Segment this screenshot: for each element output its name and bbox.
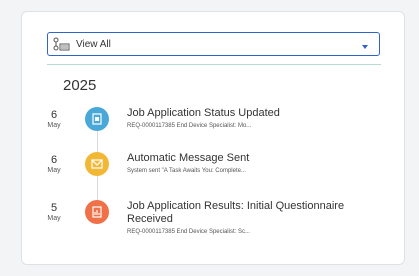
event-month: May xyxy=(47,215,61,222)
event-title[interactable]: Job Application Status Updated xyxy=(127,107,280,120)
event-dot xyxy=(85,107,109,131)
event-month: May xyxy=(47,122,61,129)
event-text: Job Application Status Updated REQ-00001… xyxy=(127,107,280,131)
event-month: May xyxy=(47,167,61,174)
document-icon xyxy=(91,113,103,125)
event-day: 5 xyxy=(50,202,58,214)
event-dot xyxy=(85,200,109,224)
divider xyxy=(47,64,381,65)
event-date: 6 May xyxy=(43,109,65,130)
event-subtitle: REQ-0000117385 End Device Specialist: Mo… xyxy=(127,123,252,129)
activity-card: View All 2025 6 May Job Application Stat… xyxy=(21,11,405,265)
event-title[interactable]: Job Application Results: Initial Questio… xyxy=(127,200,357,226)
filter-selected-value: View All xyxy=(76,38,111,50)
event-date: 5 May xyxy=(43,202,65,223)
view-filter-dropdown[interactable]: View All xyxy=(47,32,380,56)
event-day: 6 xyxy=(50,154,58,166)
event-subtitle: REQ-0000117385 End Device Specialist: Sc… xyxy=(127,229,250,235)
event-date: 6 May xyxy=(43,154,65,175)
event-text: Automatic Message Sent System sent "A Ta… xyxy=(127,152,249,176)
year-heading: 2025 xyxy=(63,77,97,94)
caret-down-icon[interactable] xyxy=(361,39,369,57)
event-text: Job Application Results: Initial Questio… xyxy=(127,200,357,237)
filter-list-icon xyxy=(50,33,74,55)
event-day: 6 xyxy=(50,109,58,121)
report-icon xyxy=(91,206,103,218)
event-title[interactable]: Automatic Message Sent xyxy=(127,152,249,165)
envelope-icon xyxy=(91,159,103,169)
event-dot xyxy=(85,152,109,176)
event-subtitle: System sent "A Task Awaits You: Complete… xyxy=(127,168,246,174)
